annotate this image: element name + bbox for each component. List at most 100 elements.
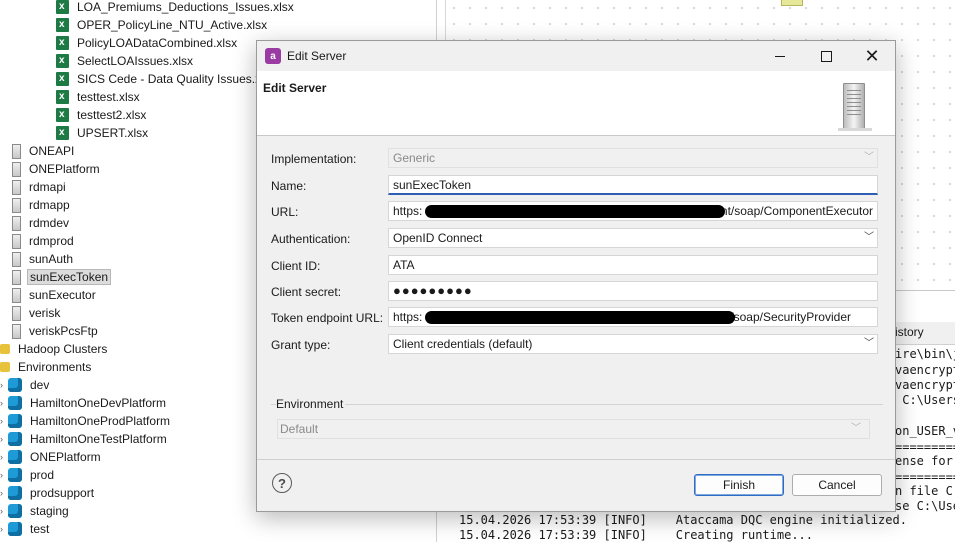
minimize-button[interactable] xyxy=(757,41,803,71)
client-secret-input[interactable]: ●●●●●●●●● xyxy=(388,281,878,301)
tree-item-server[interactable]: ONEAPI xyxy=(12,142,76,160)
tree-item-label: SICS Cede - Data Quality Issues.xlsx xyxy=(77,72,276,86)
chevron-down-icon: ﹀ xyxy=(851,423,861,434)
client-secret-label: Client secret: xyxy=(271,285,342,299)
token-endpoint-label: Token endpoint URL: xyxy=(271,311,384,325)
close-button[interactable]: ✕ xyxy=(849,41,895,71)
tree-item-label: sunAuth xyxy=(29,252,74,266)
authentication-label: Authentication: xyxy=(271,232,351,246)
name-input[interactable]: sunExecToken xyxy=(388,175,878,195)
tree-item-label: verisk xyxy=(29,306,61,320)
tree-item-file[interactable]: SICS Cede - Data Quality Issues.xlsx xyxy=(56,70,278,88)
name-value: sunExecToken xyxy=(393,178,472,192)
tree-item-environment[interactable]: › prod xyxy=(0,466,56,484)
cancel-button[interactable]: Cancel xyxy=(792,474,882,496)
dialog-heading: Edit Server xyxy=(263,81,327,95)
console-line: se C:\Users xyxy=(895,499,955,513)
tree-item-server[interactable]: ONEPlatform xyxy=(12,160,102,178)
tree-item-environment[interactable]: › prodsupport xyxy=(0,484,96,502)
excel-file-icon xyxy=(56,34,69,52)
tree-item-file[interactable]: OPER_PolicyLine_NTU_Active.xlsx xyxy=(56,16,269,34)
tree-item-environment[interactable]: › staging xyxy=(0,502,71,520)
tree-item-label: sunExecToken xyxy=(27,269,112,285)
redaction-mark xyxy=(425,311,735,324)
console-line: ============ xyxy=(895,440,955,454)
maximize-button[interactable] xyxy=(803,41,849,71)
client-id-input[interactable]: ATA xyxy=(388,255,878,275)
tree-item-server[interactable]: rdmprod xyxy=(12,232,76,250)
authentication-select[interactable]: OpenID Connect ﹀ xyxy=(388,228,878,248)
tree-item-label: sunExecutor xyxy=(29,288,96,302)
environment-cube-icon xyxy=(8,396,22,410)
expand-chevron-icon[interactable]: › xyxy=(0,466,6,484)
tree-item-file[interactable]: PolicyLOADataCombined.xlsx xyxy=(56,34,239,52)
tree-item-environment[interactable]: › HamiltonOneTestPlatform xyxy=(0,430,169,448)
tree-item-file[interactable]: testtest2.xlsx xyxy=(56,106,148,124)
tree-item-file[interactable]: testtest.xlsx xyxy=(56,88,142,106)
tree-item-environment[interactable]: › test xyxy=(0,520,51,538)
redaction-mark xyxy=(425,205,725,218)
tree-item-file[interactable]: UPSERT.xlsx xyxy=(56,124,150,142)
url-label: URL: xyxy=(271,205,299,219)
tree-item-environment[interactable]: › HamiltonOneDevPlatform xyxy=(0,394,168,412)
environment-cube-icon xyxy=(8,522,22,536)
tree-item-label: test xyxy=(30,522,50,536)
server-icon xyxy=(12,143,21,159)
server-icon xyxy=(12,233,21,249)
tree-item-server[interactable]: verisk xyxy=(12,304,62,322)
environment-cube-icon xyxy=(8,432,22,446)
tree-item-server[interactable]: sunAuth xyxy=(12,250,75,268)
server-icon xyxy=(12,251,21,267)
tree-item-file[interactable]: SelectLOAIssues.xlsx xyxy=(56,52,195,70)
folder-icon xyxy=(0,362,10,372)
environment-cube-icon xyxy=(8,450,22,464)
implementation-value: Generic xyxy=(393,151,436,165)
token-endpoint-input[interactable]: https: /soap/SecurityProvider xyxy=(388,307,878,327)
tree-item-label: prod xyxy=(30,468,55,482)
chevron-down-icon: ﹀ xyxy=(864,338,874,349)
expand-chevron-icon[interactable]: › xyxy=(0,394,6,412)
grant-type-value: Client credentials (default) xyxy=(393,337,533,351)
help-button[interactable]: ? xyxy=(272,473,292,493)
console-line: ire\bin\java xyxy=(895,347,955,361)
grant-type-select[interactable]: Client credentials (default) ﹀ xyxy=(388,334,878,354)
server-icon xyxy=(12,287,21,303)
name-label: Name: xyxy=(271,179,307,193)
tree-item-server[interactable]: rdmapi xyxy=(12,178,68,196)
tree-item-label: HamiltonOneDevPlatform xyxy=(30,396,167,410)
expand-chevron-icon[interactable]: › xyxy=(0,412,6,430)
console-line: 15.04.2026 17:53:39 [INFO] Creating runt… xyxy=(459,528,814,542)
url-input[interactable]: https: ionent/soap/ComponentExecutor xyxy=(388,201,878,221)
expand-chevron-icon[interactable]: › xyxy=(0,430,6,448)
server-icon xyxy=(12,197,21,213)
server-icon xyxy=(12,323,21,339)
excel-file-icon xyxy=(56,16,69,34)
tree-item-server[interactable]: sunExecutor xyxy=(12,286,98,304)
grant-type-label: Grant type: xyxy=(271,338,331,352)
expand-chevron-icon[interactable]: › xyxy=(0,520,6,538)
tree-item-hadoop-clusters[interactable]: Hadoop Clusters xyxy=(0,340,109,358)
tree-item-server[interactable]: rdmapp xyxy=(12,196,72,214)
tree-item-environment[interactable]: › ONEPlatform xyxy=(0,448,103,466)
tree-item-environment[interactable]: › dev xyxy=(0,376,51,394)
expand-chevron-icon[interactable]: › xyxy=(0,376,6,394)
expand-chevron-icon[interactable]: › xyxy=(0,484,6,502)
environment-select: Default ﹀ xyxy=(277,419,870,439)
expand-chevron-icon[interactable]: › xyxy=(0,448,6,466)
tree-item-label: SelectLOAIssues.xlsx xyxy=(77,54,194,68)
canvas-node[interactable] xyxy=(781,0,803,6)
tree-item-file[interactable]: LOA_Premiums_Deductions_Issues.xlsx xyxy=(56,0,296,16)
finish-button[interactable]: Finish xyxy=(694,474,784,496)
tree-item-environment[interactable]: › HamiltonOneProdPlatform xyxy=(0,412,172,430)
dialog-titlebar[interactable]: a Edit Server ✕ xyxy=(257,41,895,71)
tree-item-server[interactable]: veriskPcsFtp xyxy=(12,322,100,340)
tree-item-server[interactable]: rdmdev xyxy=(12,214,71,232)
tree-item-label: rdmdev xyxy=(29,216,70,230)
tree-item-environments[interactable]: Environments xyxy=(0,358,93,376)
expand-chevron-icon[interactable]: › xyxy=(0,502,6,520)
url-value-prefix: https: xyxy=(393,204,423,218)
tab-history[interactable]: istory xyxy=(895,325,924,339)
environment-cube-icon xyxy=(8,414,22,428)
tree-item-server[interactable]: sunExecToken xyxy=(12,268,112,286)
excel-file-icon xyxy=(56,88,69,106)
